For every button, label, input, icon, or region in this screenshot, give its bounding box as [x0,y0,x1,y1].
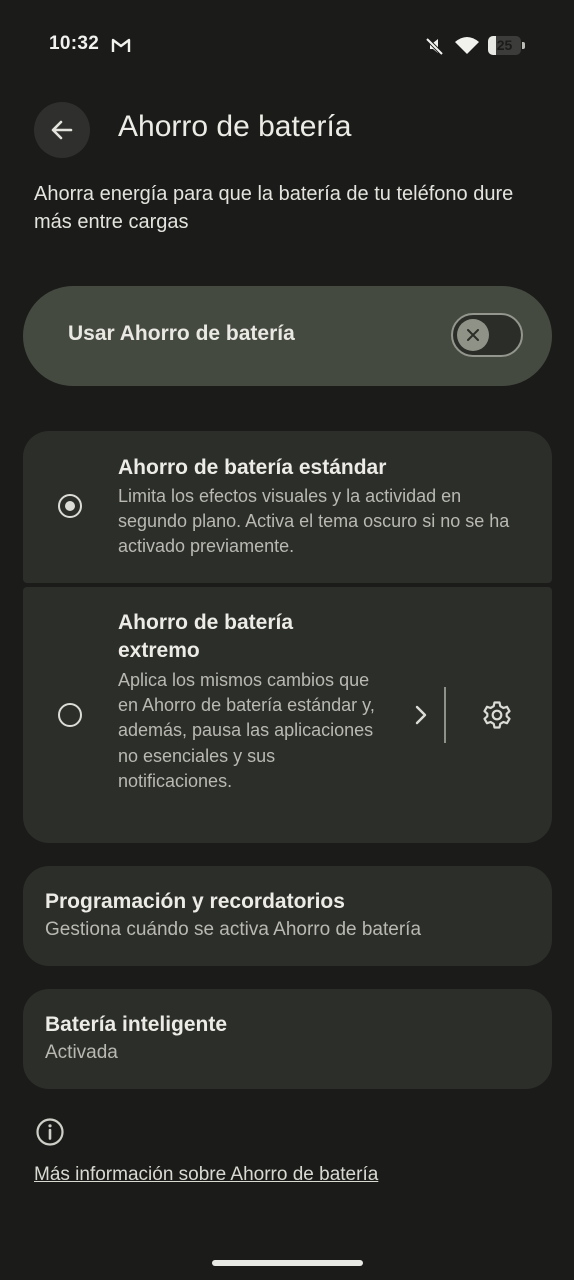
learn-more-link[interactable]: Más información sobre Ahorro de batería [34,1164,378,1186]
smart-battery-status: Activada [45,1042,118,1063]
status-time: 10:32 [49,33,100,54]
gear-icon [483,701,511,729]
option-title: Ahorro de batería estándar [118,456,387,479]
toggle-label: Usar Ahorro de batería [68,322,295,345]
smart-battery-item[interactable]: Batería inteligente Activada [23,989,552,1089]
schedule-subtitle: Gestiona cuándo se activa Ahorro de bate… [45,919,422,940]
option-description: Limita los efectos visuales y la activid… [118,486,510,557]
battery-level: 25 [496,37,513,53]
page-title: Ahorro de batería [118,110,352,143]
option-extreme-saver[interactable]: Ahorro de batería extremo Aplica los mis… [23,587,552,843]
info-icon [36,1118,64,1146]
mute-icon [425,37,444,56]
schedule-title: Programación y recordatorios [45,890,345,913]
gmail-icon [111,38,131,52]
extreme-details-button[interactable] [403,691,439,739]
radio-standard[interactable] [58,494,82,518]
home-indicator[interactable] [212,1260,363,1266]
status-bar: 10:32 25 [0,0,574,90]
radio-extreme[interactable] [58,703,82,727]
close-icon [467,329,479,341]
schedule-reminders-item[interactable]: Programación y recordatorios Gestiona cu… [23,866,552,966]
battery-saver-screen: 10:32 25 Ahorro de batería Ahorra energí… [0,0,574,1280]
smart-battery-title: Batería inteligente [45,1013,228,1036]
back-arrow-icon [51,120,73,140]
vertical-divider [444,687,446,743]
radio-selected-dot [65,501,75,511]
extreme-settings-button[interactable] [473,691,521,739]
option-title: Ahorro de batería extremo [118,611,294,662]
wifi-icon [455,37,479,54]
option-standard-saver[interactable]: Ahorro de batería estándar Limita los ef… [23,431,552,583]
option-description: Aplica los mismos cambios que en Ahorro … [118,670,375,791]
battery-saver-switch[interactable] [451,313,523,357]
chevron-right-icon [415,705,427,725]
back-button[interactable] [34,102,90,158]
page-description: Ahorra energía para que la batería de tu… [34,183,514,233]
battery-icon: 25 [488,36,526,55]
toggle-thumb [457,319,489,351]
battery-saver-toggle-row[interactable]: Usar Ahorro de batería [23,286,552,386]
